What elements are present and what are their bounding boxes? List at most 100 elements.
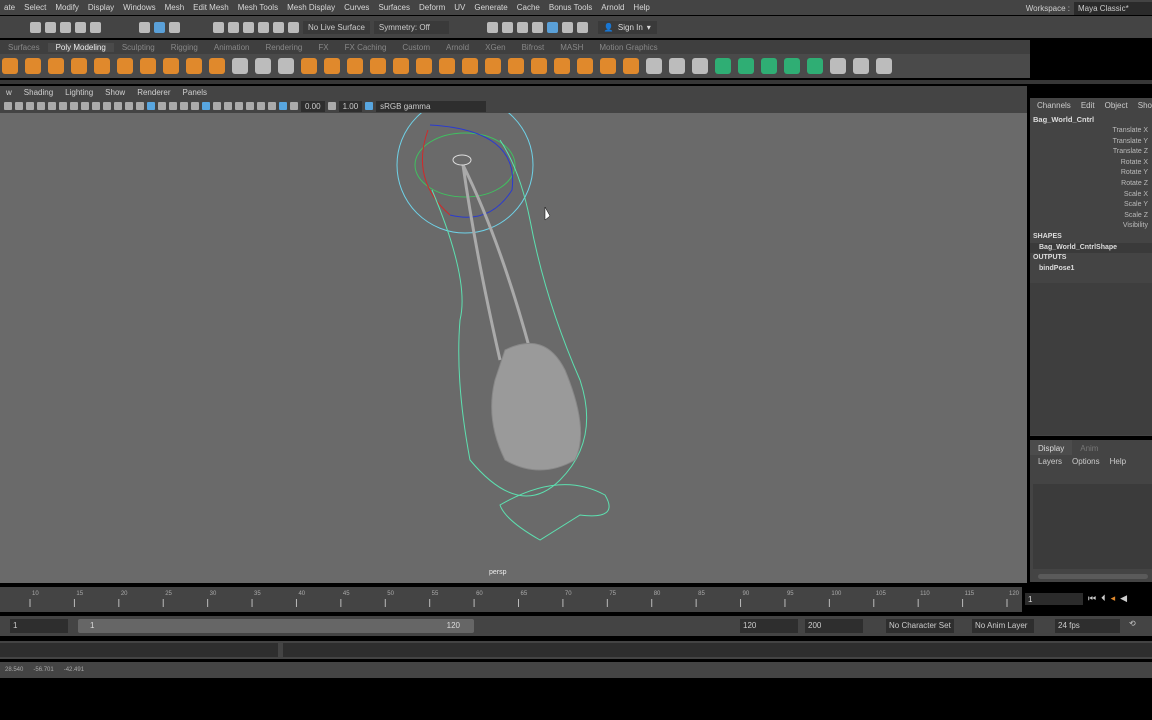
boolean-icon[interactable] bbox=[370, 58, 386, 74]
attr-visibility[interactable]: Visibility bbox=[1030, 221, 1152, 232]
rotate-x-ring[interactable] bbox=[429, 124, 514, 218]
menu-cache[interactable]: Cache bbox=[517, 3, 540, 12]
panel-menu-shading[interactable]: Shading bbox=[18, 88, 59, 97]
attr-translate-z[interactable]: Translate Z bbox=[1030, 147, 1152, 158]
poly-cone-icon[interactable] bbox=[48, 58, 64, 74]
live-surface-field[interactable]: No Live Surface bbox=[303, 20, 370, 34]
layer-menu-help[interactable]: Help bbox=[1110, 457, 1126, 466]
panel-menu-panels[interactable]: Panels bbox=[177, 88, 213, 97]
cb-menu-edit[interactable]: Edit bbox=[1081, 101, 1095, 110]
poly-cube-icon[interactable] bbox=[25, 58, 41, 74]
gamma-field[interactable]: 1.00 bbox=[338, 100, 363, 112]
grease-pencil-icon[interactable] bbox=[48, 102, 56, 110]
panel-menu-lighting[interactable]: Lighting bbox=[59, 88, 99, 97]
tab-custom[interactable]: Custom bbox=[394, 43, 438, 52]
unfold-icon[interactable] bbox=[830, 58, 846, 74]
open-scene-icon[interactable] bbox=[45, 21, 56, 33]
arnold-render-view-icon[interactable] bbox=[546, 21, 558, 33]
menu-display[interactable]: Display bbox=[88, 3, 114, 12]
xray-icon[interactable] bbox=[257, 102, 265, 110]
pause-icon[interactable] bbox=[576, 21, 588, 33]
menu-bonus-tools[interactable]: Bonus Tools bbox=[549, 3, 592, 12]
output-node[interactable]: bindPose1 bbox=[1030, 264, 1152, 275]
menu-edit-mesh[interactable]: Edit Mesh bbox=[193, 3, 229, 12]
textured-icon[interactable] bbox=[169, 102, 177, 110]
sculpt-icon[interactable] bbox=[232, 58, 248, 74]
wireframe-icon[interactable] bbox=[136, 102, 144, 110]
tab-anim[interactable]: Anim bbox=[1072, 440, 1106, 455]
attr-scale-z[interactable]: Scale Z bbox=[1030, 211, 1152, 222]
rotate-z-ring[interactable] bbox=[421, 129, 451, 216]
snap-view-plane-icon[interactable] bbox=[273, 21, 284, 33]
quad-draw-icon[interactable] bbox=[692, 58, 708, 74]
separate-icon[interactable] bbox=[324, 58, 340, 74]
shadows-icon[interactable] bbox=[191, 102, 199, 110]
select-object-icon[interactable] bbox=[154, 21, 165, 33]
camera-attributes-icon[interactable] bbox=[4, 102, 12, 110]
tab-surfaces[interactable]: Surfaces bbox=[0, 43, 48, 52]
reduce-icon[interactable] bbox=[416, 58, 432, 74]
go-to-start-icon[interactable]: ⏮ bbox=[1088, 593, 1096, 604]
current-frame-field[interactable]: 1 bbox=[1025, 593, 1083, 605]
multi-cut-icon[interactable] bbox=[646, 58, 662, 74]
anti-aliasing-icon[interactable] bbox=[224, 102, 232, 110]
tab-bifrost[interactable]: Bifrost bbox=[514, 43, 553, 52]
start-time-field[interactable]: 1 bbox=[10, 619, 68, 633]
symmetry-dropdown[interactable]: Symmetry: Off bbox=[373, 20, 449, 34]
attr-translate-y[interactable]: Translate Y bbox=[1030, 137, 1152, 148]
make-live-icon[interactable] bbox=[288, 21, 299, 33]
merge-icon[interactable] bbox=[600, 58, 616, 74]
cb-menu-object[interactable]: Object bbox=[1105, 101, 1128, 110]
tab-poly-modeling[interactable]: Poly Modeling bbox=[47, 42, 114, 52]
layer-menu-options[interactable]: Options bbox=[1072, 457, 1100, 466]
panel-menu-renderer[interactable]: Renderer bbox=[131, 88, 176, 97]
poly-plane-icon[interactable] bbox=[94, 58, 110, 74]
time-slider[interactable]: 10 15 20 25 30 35 40 45 50 55 60 65 70 75 80 85 90 95 100 1… bbox=[0, 587, 1022, 612]
color-space-dropdown[interactable]: sRGB gamma bbox=[376, 100, 487, 112]
menu-uv[interactable]: UV bbox=[454, 3, 465, 12]
auto-map-icon[interactable] bbox=[807, 58, 823, 74]
menu-deform[interactable]: Deform bbox=[419, 3, 445, 12]
bool-icon[interactable] bbox=[554, 58, 570, 74]
attr-scale-y[interactable]: Scale Y bbox=[1030, 200, 1152, 211]
attr-translate-x[interactable]: Translate X bbox=[1030, 126, 1152, 137]
tab-rendering[interactable]: Rendering bbox=[257, 43, 310, 52]
tab-fx[interactable]: FX bbox=[310, 43, 336, 52]
menu-surfaces[interactable]: Surfaces bbox=[378, 3, 410, 12]
grid-icon[interactable] bbox=[59, 102, 67, 110]
poly-sphere-icon[interactable] bbox=[2, 58, 18, 74]
anim-layer-dropdown[interactable]: No Anim Layer bbox=[972, 619, 1034, 633]
bevel-icon[interactable] bbox=[508, 58, 524, 74]
panel-menu-show[interactable]: Show bbox=[99, 88, 131, 97]
poke-icon[interactable] bbox=[623, 58, 639, 74]
menu-modify[interactable]: Modify bbox=[55, 3, 79, 12]
edge-loop-icon[interactable] bbox=[669, 58, 685, 74]
field-chart-icon[interactable] bbox=[103, 102, 111, 110]
attr-rotate-y[interactable]: Rotate Y bbox=[1030, 168, 1152, 179]
menu-help[interactable]: Help bbox=[633, 3, 649, 12]
range-slider[interactable]: 1 120 bbox=[78, 619, 474, 633]
uv-editor-icon[interactable] bbox=[715, 58, 731, 74]
step-back-key-icon[interactable]: ◂ bbox=[1111, 593, 1116, 604]
ambient-occlusion-icon[interactable] bbox=[202, 102, 210, 110]
end-time-field[interactable]: 120 bbox=[740, 619, 798, 633]
combine-icon[interactable] bbox=[301, 58, 317, 74]
smooth-shade-icon[interactable] bbox=[147, 102, 155, 110]
mirror-icon[interactable] bbox=[439, 58, 455, 74]
image-plane-icon[interactable] bbox=[26, 102, 34, 110]
snap-projected-icon[interactable] bbox=[258, 21, 269, 33]
layout-icon[interactable] bbox=[853, 58, 869, 74]
menu-mesh-tools[interactable]: Mesh Tools bbox=[238, 3, 278, 12]
tab-animation[interactable]: Animation bbox=[206, 43, 258, 52]
poly-torus-icon[interactable] bbox=[71, 58, 87, 74]
render-settings-icon[interactable] bbox=[516, 21, 528, 33]
snap-grid-icon[interactable] bbox=[213, 21, 224, 33]
magnet-icon[interactable] bbox=[255, 58, 271, 74]
workspace-dropdown[interactable]: Maya Classic* bbox=[1074, 1, 1152, 15]
gamma-icon[interactable] bbox=[327, 102, 336, 110]
wireframe-on-shaded-icon[interactable] bbox=[158, 102, 166, 110]
wedge-icon[interactable] bbox=[577, 58, 593, 74]
menu-curves[interactable]: Curves bbox=[344, 3, 369, 12]
attr-scale-x[interactable]: Scale X bbox=[1030, 190, 1152, 201]
play-backwards-icon[interactable]: ◀ bbox=[1120, 593, 1127, 604]
